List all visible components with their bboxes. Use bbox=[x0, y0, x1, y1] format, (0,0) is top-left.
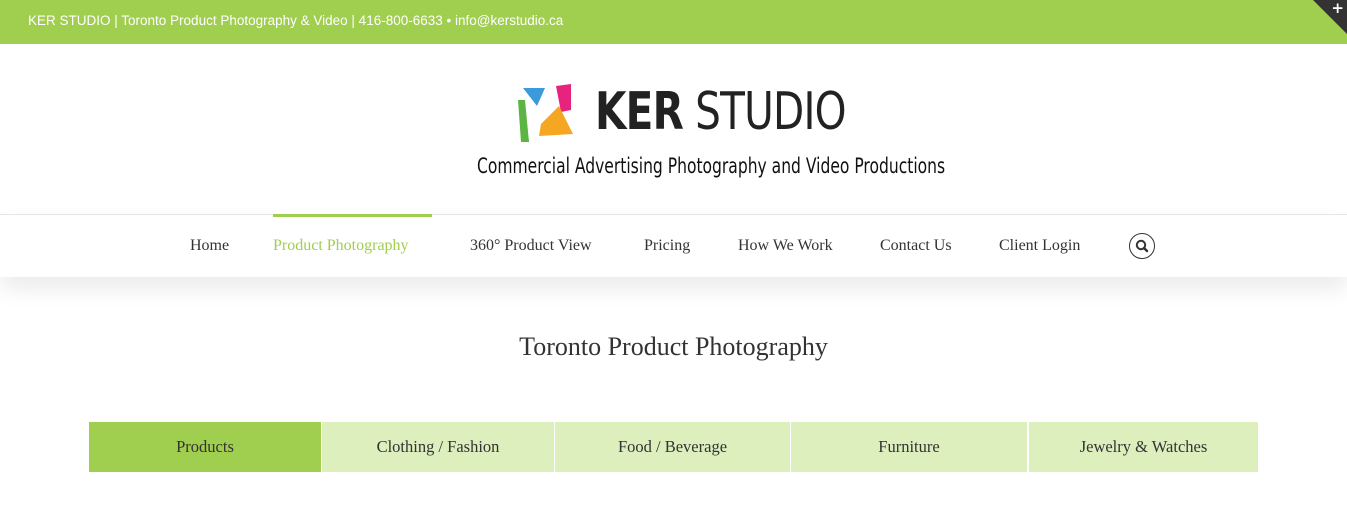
nav-item-how-we-work[interactable]: How We Work bbox=[738, 237, 833, 255]
logo-wordmark-bold: KER bbox=[595, 82, 684, 142]
plus-icon[interactable]: + bbox=[1331, 0, 1344, 17]
nav-item-pricing[interactable]: Pricing bbox=[644, 237, 690, 255]
search-button[interactable] bbox=[1129, 233, 1155, 259]
nav-item-product-photography[interactable]: Product Photography bbox=[273, 237, 409, 255]
tab-furniture[interactable]: Furniture bbox=[791, 422, 1027, 472]
page-title: Toronto Product Photography bbox=[519, 332, 828, 361]
main-navigation: Home Product Photography 360° Product Vi… bbox=[0, 214, 1347, 277]
logo-wordmark: KER STUDIO bbox=[595, 82, 847, 142]
logo-tagline: Commercial Advertising Photography and V… bbox=[477, 154, 946, 178]
site-logo[interactable]: KER STUDIO Commercial Advertising Photog… bbox=[477, 82, 945, 184]
tab-jewelry-watches[interactable]: Jewelry & Watches bbox=[1029, 422, 1258, 472]
nav-item-client-login[interactable]: Client Login bbox=[999, 237, 1080, 255]
search-icon bbox=[1135, 239, 1149, 253]
ker-logo-icon bbox=[518, 84, 573, 142]
tab-clothing-fashion[interactable]: Clothing / Fashion bbox=[322, 422, 554, 472]
active-nav-indicator bbox=[273, 214, 432, 217]
logo-wordmark-light: STUDIO bbox=[683, 82, 846, 142]
nav-item-360-product-view[interactable]: 360° Product View bbox=[470, 237, 592, 255]
top-bar: KER STUDIO | Toronto Product Photography… bbox=[0, 0, 1347, 44]
contact-info-text: KER STUDIO | Toronto Product Photography… bbox=[28, 13, 564, 28]
site-header: KER STUDIO Commercial Advertising Photog… bbox=[0, 44, 1347, 214]
nav-item-contact-us[interactable]: Contact Us bbox=[880, 237, 952, 255]
tab-products[interactable]: Products bbox=[89, 422, 321, 472]
nav-item-home[interactable]: Home bbox=[190, 237, 229, 255]
tab-food-beverage[interactable]: Food / Beverage bbox=[555, 422, 790, 472]
